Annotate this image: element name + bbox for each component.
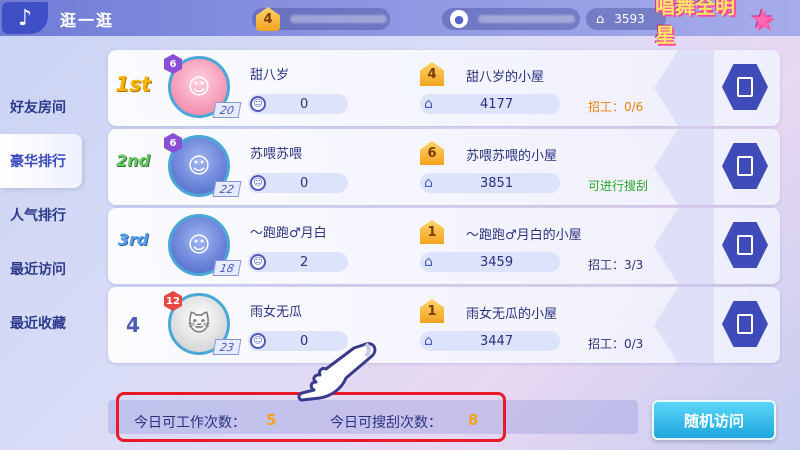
- status-text: 可进行搜刮: [588, 179, 649, 193]
- visit-house-button[interactable]: [722, 301, 768, 347]
- player-name: ～跑跑♂月白: [250, 226, 327, 241]
- popularity-value: 3447: [480, 333, 514, 349]
- avatar[interactable]: 🐱 12 23: [164, 291, 242, 355]
- home-icon: ⌂: [424, 254, 433, 270]
- tab-recent-visits[interactable]: 最近访问: [0, 242, 80, 296]
- tab-recent-favorites[interactable]: 最近收藏: [0, 296, 80, 350]
- user-pill: ●: [442, 8, 580, 30]
- door-icon: [737, 77, 753, 97]
- home-icon: ⌂: [424, 96, 433, 112]
- age-tag: 22: [212, 181, 242, 197]
- game-logo: 唱舞全明星 ★: [655, 0, 775, 47]
- music-note-icon: ♪: [17, 5, 33, 31]
- back-button[interactable]: ♪: [2, 2, 48, 34]
- tab-label: 最近访问: [10, 262, 66, 278]
- popularity-value: 3851: [480, 175, 514, 191]
- work-count-value: 5: [266, 411, 277, 429]
- status-text: 招工：3/3: [588, 258, 644, 272]
- page-title: 逛一逛: [60, 11, 115, 30]
- rank-label: 1st: [115, 72, 151, 96]
- tab-friend-rooms[interactable]: 好友房间: [0, 80, 80, 134]
- ranking-row: 2nd ☺ 6 22 苏喂苏喂 ☺ 0 6 苏喂苏喂的小屋 ⌂ 3851 可进行搜刮: [108, 129, 780, 205]
- logo-text: 唱舞全明星: [655, 0, 735, 47]
- coins-value: 3593: [614, 12, 645, 26]
- tab-label: 人气排行: [10, 208, 66, 224]
- rank-label: 2nd: [116, 151, 150, 170]
- likes-pill: ☺ 0: [248, 94, 348, 114]
- door-icon: [737, 314, 753, 334]
- popularity-pill: ⌂ 3447: [420, 331, 560, 351]
- chat-icon: ☺: [250, 175, 266, 191]
- tab-label: 豪华排行: [10, 154, 66, 170]
- likes-pill: ☺ 0: [248, 173, 348, 193]
- chat-icon: ☺: [250, 96, 266, 112]
- house-level-badge: 4: [256, 7, 280, 31]
- house-name: 苏喂苏喂的小屋: [466, 149, 558, 164]
- house-level-badge: 1: [420, 299, 444, 323]
- avatar[interactable]: ☺ 6 20: [164, 54, 242, 118]
- likes-value: 2: [300, 254, 309, 270]
- player-name: 雨女无瓜: [250, 305, 303, 320]
- ranking-row: 1st ☺ 6 20 甜八岁 ☺ 0 4 甜八岁的小屋 ⌂ 4177 招工：0/6: [108, 50, 780, 126]
- popularity-pill: ⌂ 3459: [420, 252, 560, 272]
- home-icon: ⌂: [424, 333, 433, 349]
- house-name: ～跑跑♂月白的小屋: [466, 228, 582, 243]
- popularity-pill: ⌂ 4177: [420, 94, 560, 114]
- chat-icon: ☺: [250, 254, 266, 270]
- status-text: 招工：0/6: [588, 100, 644, 114]
- blurred-text: [290, 15, 387, 23]
- avatar[interactable]: ☺ 18: [168, 214, 242, 276]
- rank-label: 3rd: [117, 230, 149, 249]
- player-name: 苏喂苏喂: [250, 147, 303, 162]
- door-icon: [737, 156, 753, 176]
- tab-popularity-ranking[interactable]: 人气排行: [0, 188, 80, 242]
- likes-value: 0: [300, 175, 309, 191]
- search-count-value: 8: [468, 411, 479, 429]
- likes-value: 0: [300, 96, 309, 112]
- search-count-label: 今日可搜刮次数：: [330, 415, 442, 431]
- popularity-value: 3459: [480, 254, 514, 270]
- top-bar: ♪ 逛一逛 4 ● ⌂ 3593 唱舞全明星 ★: [0, 0, 800, 47]
- visit-house-button[interactable]: [722, 222, 768, 268]
- ranking-row: 3rd ☺ 18 ～跑跑♂月白 ☺ 2 1 ～跑跑♂月白的小屋 ⌂ 3459 招工：…: [108, 208, 780, 284]
- visit-house-button[interactable]: [722, 64, 768, 110]
- house-name: 雨女无瓜的小屋: [466, 307, 558, 322]
- house-level-pill: 4: [252, 7, 390, 31]
- popularity-pill: ⌂ 3851: [420, 173, 560, 193]
- age-tag: 20: [212, 102, 242, 118]
- house-level-badge: 4: [420, 62, 444, 86]
- home-icon: ⌂: [596, 11, 605, 27]
- house-level-badge: 6: [420, 141, 444, 165]
- blurred-text: [478, 15, 575, 23]
- tab-label: 最近收藏: [10, 316, 66, 332]
- chat-icon: ☺: [250, 333, 266, 349]
- user-icon: ●: [450, 10, 468, 28]
- house-name: 甜八岁的小屋: [466, 70, 545, 85]
- likes-pill: ☺ 2: [248, 252, 348, 272]
- player-name: 甜八岁: [250, 68, 290, 83]
- home-icon: ⌂: [424, 175, 433, 191]
- door-icon: [737, 235, 753, 255]
- age-tag: 18: [212, 260, 242, 276]
- tab-luxury-ranking[interactable]: 豪华排行: [0, 134, 82, 188]
- tab-label: 好友房间: [10, 100, 66, 116]
- random-visit-button[interactable]: 随机访问: [652, 400, 776, 440]
- ranking-list: 1st ☺ 6 20 甜八岁 ☺ 0 4 甜八岁的小屋 ⌂ 4177 招工：0/6 …: [108, 50, 780, 366]
- pointing-hand-icon: [297, 342, 377, 402]
- visit-house-button[interactable]: [722, 143, 768, 189]
- popularity-value: 4177: [480, 96, 514, 112]
- coins-pill: ⌂ 3593: [586, 8, 666, 30]
- house-level-badge: 1: [420, 220, 444, 244]
- ranking-row: 4 🐱 12 23 雨女无瓜 ☺ 0 1 雨女无瓜的小屋 ⌂ 3447 招工：0/3: [108, 287, 780, 363]
- avatar[interactable]: ☺ 6 22: [164, 133, 242, 197]
- sidebar: 好友房间 豪华排行 人气排行 最近访问 最近收藏: [0, 80, 82, 350]
- work-count-label: 今日可工作次数：: [134, 415, 246, 431]
- rank-label: 4: [126, 313, 140, 337]
- status-text: 招工：0/3: [588, 337, 644, 351]
- age-tag: 23: [212, 339, 242, 355]
- star-icon: ★: [749, 2, 775, 36]
